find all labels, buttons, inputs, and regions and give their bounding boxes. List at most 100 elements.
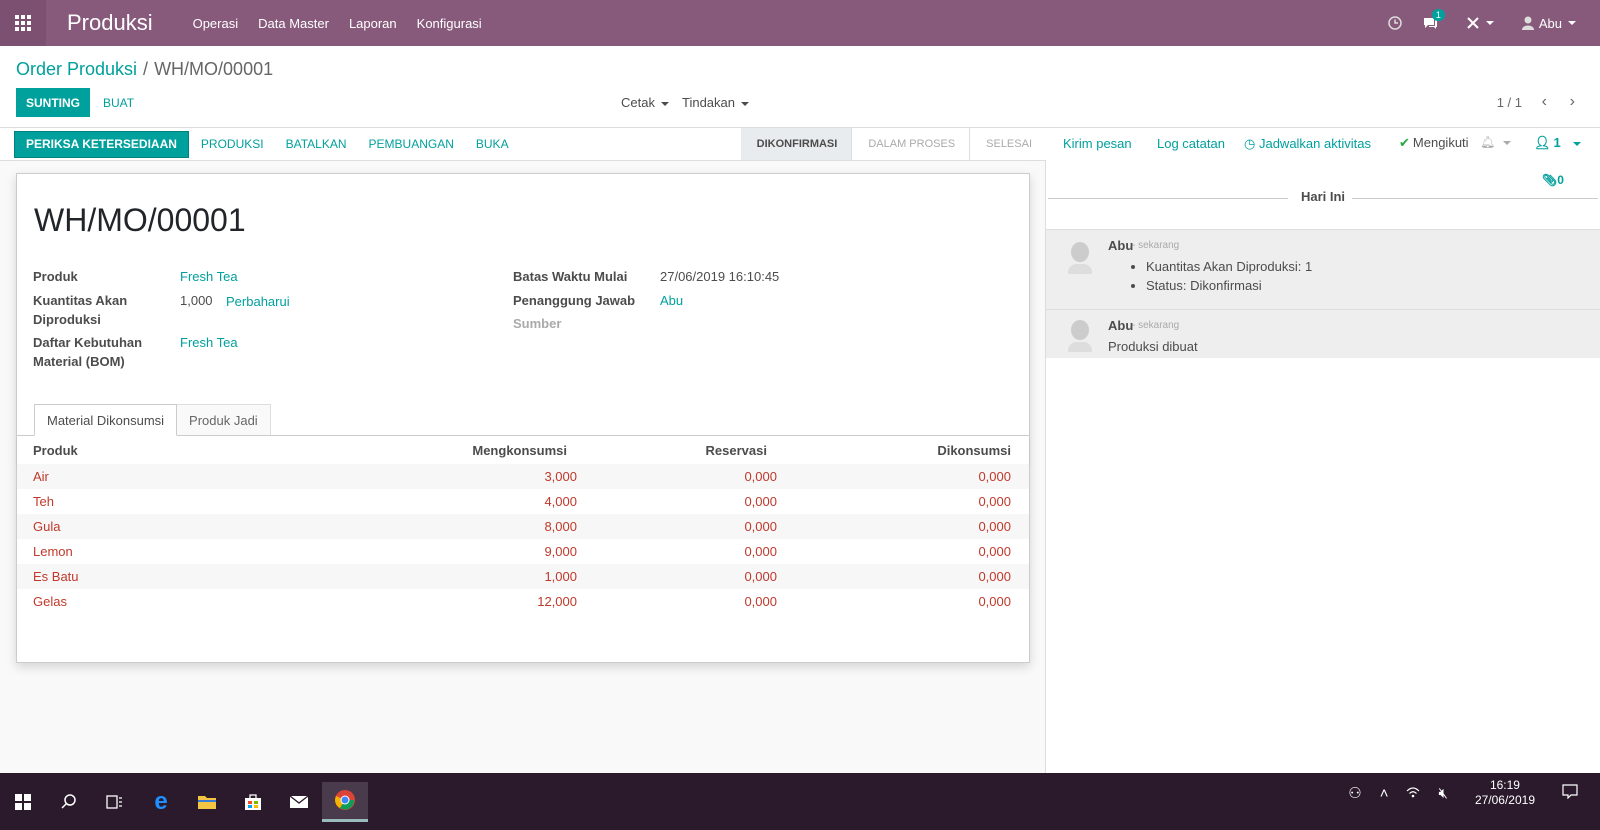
message-time: - sekarang: [1132, 240, 1180, 251]
following-button[interactable]: ✔ Mengikuti: [1399, 135, 1469, 151]
user-menu[interactable]: Abu: [1521, 15, 1576, 31]
cell-consumed: 0,000: [978, 494, 1011, 509]
message-author[interactable]: Abu: [1108, 238, 1133, 253]
column-header-consumed[interactable]: Dikonsumsi: [777, 443, 1027, 458]
check-availability-button[interactable]: PERIKSA KETERSEDIAAN: [14, 130, 189, 158]
create-button[interactable]: BUAT: [103, 88, 134, 117]
followers-button[interactable]: 👤︎ 1: [1534, 135, 1581, 151]
notifications-icon[interactable]: [1562, 783, 1578, 803]
table-row[interactable]: Gula 8,000 0,000 0,000: [17, 514, 1029, 539]
pager-next-icon[interactable]: ›: [1570, 93, 1575, 111]
clock-icon: ◷: [1244, 136, 1256, 151]
table-row[interactable]: Es Batu 1,000 0,000 0,000: [17, 564, 1029, 589]
date-divider-right: [1352, 198, 1598, 199]
tab-finished-products[interactable]: Produk Jadi: [176, 404, 271, 436]
menu-laporan[interactable]: Laporan: [349, 16, 397, 31]
breadcrumb-separator: /: [143, 59, 149, 79]
cell-reserved: 0,000: [744, 544, 777, 559]
chevron-up-icon[interactable]: ˄: [1380, 785, 1389, 802]
stage-confirmed[interactable]: DIKONFIRMASI: [740, 128, 852, 160]
print-label: Cetak: [621, 95, 655, 110]
stage-done[interactable]: SELESAI: [969, 128, 1046, 160]
speaker-muted-icon[interactable]: 🔇︎: [1438, 785, 1447, 802]
followers-count: 1: [1553, 135, 1561, 150]
cell-reserved: 0,000: [744, 519, 777, 534]
pager-value[interactable]: 1 / 1: [1497, 95, 1522, 110]
column-header-reserved[interactable]: Reservasi: [577, 443, 777, 458]
attachments-count: 0: [1557, 173, 1564, 187]
menu-konfigurasi[interactable]: Konfigurasi: [417, 16, 482, 31]
people-icon[interactable]: ⚇: [1348, 784, 1361, 802]
windows-start-icon[interactable]: [0, 782, 46, 822]
attachments-button[interactable]: 📎︎0: [1542, 173, 1564, 187]
apps-menu-icon[interactable]: [0, 0, 46, 46]
column-header-to-consume[interactable]: Mengkonsumsi: [367, 443, 577, 458]
produce-button[interactable]: PRODUKSI: [201, 137, 264, 151]
table-header: Produk Mengkonsumsi Reservasi Dikonsumsi: [17, 436, 1029, 464]
send-message-button[interactable]: Kirim pesan: [1063, 136, 1132, 151]
messages-icon[interactable]: 1: [1422, 9, 1445, 30]
followers-icon: 👤︎: [1534, 135, 1551, 150]
quantity-value: 1,000: [180, 293, 213, 308]
chevron-down-icon: [1572, 141, 1581, 146]
tracking-values-list: Kuantitas Akan Diproduksi: 1 Status: Dik…: [1146, 257, 1312, 295]
cell-reserved: 0,000: [744, 494, 777, 509]
table-row[interactable]: Lemon 9,000 0,000 0,000: [17, 539, 1029, 564]
form-area: WH/MO/00001 Produk Fresh Tea Kuantitas A…: [0, 161, 1046, 773]
cell-reserved: 0,000: [744, 469, 777, 484]
table-row[interactable]: Gelas 12,000 0,000 0,000: [17, 589, 1029, 614]
breadcrumb-current: WH/MO/00001: [154, 59, 274, 79]
cancel-button[interactable]: BATALKAN: [286, 137, 347, 151]
task-view-icon[interactable]: [92, 782, 138, 822]
app-title: Produksi: [67, 10, 153, 35]
search-icon[interactable]: [46, 782, 92, 822]
message-author[interactable]: Abu: [1108, 318, 1133, 333]
record-title: WH/MO/00001: [34, 202, 246, 238]
table-row[interactable]: Air 3,000 0,000 0,000: [17, 464, 1029, 489]
system-clock[interactable]: 16:19 27/06/2019: [1475, 778, 1535, 808]
action-dropdown[interactable]: Tindakan: [682, 95, 749, 110]
chrome-browser-icon[interactable]: [322, 781, 368, 822]
store-icon[interactable]: [230, 782, 276, 822]
control-panel: Order Produksi / WH/MO/00001 SUNTING BUAT …: [0, 46, 1600, 128]
edit-button[interactable]: SUNTING: [16, 88, 90, 117]
stage-in-progress[interactable]: DALAM PROSES: [851, 128, 969, 160]
wifi-icon[interactable]: [1406, 785, 1420, 802]
schedule-activity-button[interactable]: ◷ Jadwalkan aktivitas: [1244, 136, 1371, 152]
chevron-down-icon: [1568, 21, 1576, 25]
raw-materials-table: Produk Mengkonsumsi Reservasi Dikonsumsi…: [17, 436, 1029, 614]
update-quantity-button[interactable]: Perbaharui: [226, 292, 290, 311]
tab-consumed-materials[interactable]: Material Dikonsumsi: [34, 404, 178, 436]
menu-data-master[interactable]: Data Master: [258, 16, 329, 31]
file-explorer-icon[interactable]: [184, 782, 230, 822]
mail-icon[interactable]: [276, 782, 322, 822]
debug-tools-icon[interactable]: [1466, 16, 1494, 30]
schedule-activity-label: Jadwalkan aktivitas: [1258, 136, 1371, 151]
unlock-button[interactable]: BUKA: [476, 137, 509, 151]
column-header-product[interactable]: Produk: [17, 443, 367, 458]
table-row[interactable]: Teh 4,000 0,000 0,000: [17, 489, 1029, 514]
product-value[interactable]: Fresh Tea: [180, 267, 238, 286]
cell-product: Gula: [33, 519, 61, 534]
cell-consumed: 0,000: [978, 544, 1011, 559]
scrap-button[interactable]: PEMBUANGAN: [369, 137, 454, 151]
responsible-value[interactable]: Abu: [660, 291, 683, 310]
cell-to-consume: 1,000: [544, 569, 577, 584]
chatter-message: Abu - sekarang Kuantitas Akan Diproduksi…: [1046, 229, 1600, 309]
chevron-down-icon: [1503, 140, 1512, 145]
edge-browser-icon[interactable]: e: [138, 782, 184, 822]
chevron-down-icon: [741, 101, 749, 106]
pager-previous-icon[interactable]: ‹: [1542, 93, 1547, 111]
activity-clock-icon[interactable]: [1388, 16, 1402, 30]
menu-operasi[interactable]: Operasi: [193, 16, 239, 31]
windows-taskbar: e ⚇ ˄ 🔇︎ 16:19 27/06/2019: [0, 773, 1600, 830]
log-note-button[interactable]: Log catatan: [1157, 136, 1225, 151]
table-body: Air 3,000 0,000 0,000 Teh 4,000 0,000 0,000 Gu…: [17, 464, 1029, 614]
user-name: Abu: [1538, 15, 1562, 31]
breadcrumb-parent[interactable]: Order Produksi: [16, 59, 137, 79]
print-dropdown[interactable]: Cetak: [621, 95, 669, 110]
notification-bell-icon[interactable]: 🔔︎: [1480, 135, 1512, 149]
message-time: - sekarang: [1132, 320, 1180, 331]
bom-value[interactable]: Fresh Tea: [180, 333, 238, 352]
source-label: Sumber: [513, 316, 562, 331]
